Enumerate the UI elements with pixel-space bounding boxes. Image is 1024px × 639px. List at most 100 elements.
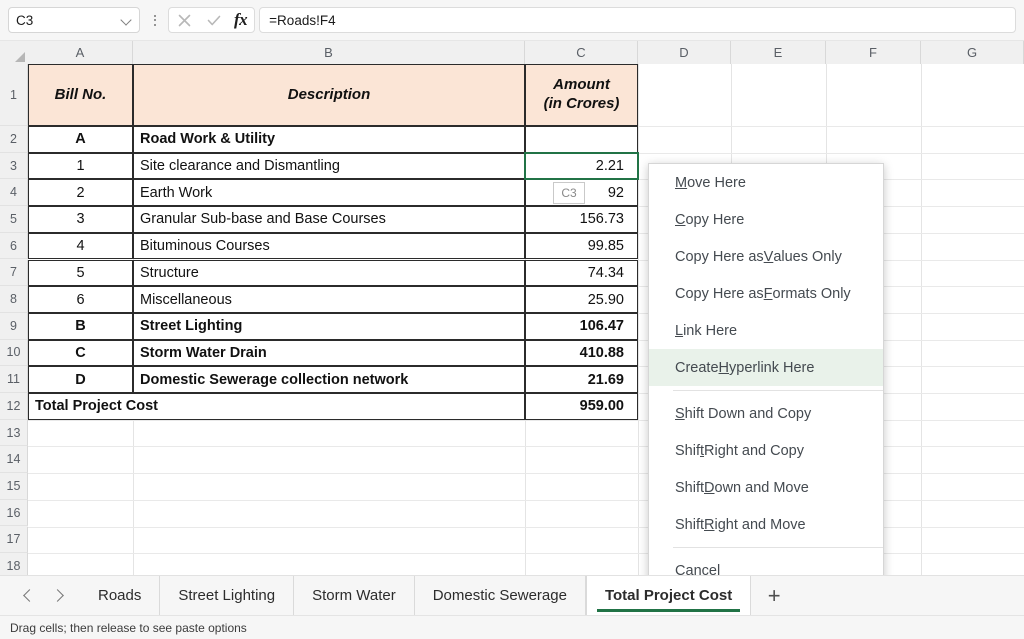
cell-c3[interactable]: 2.21: [525, 152, 638, 180]
cell-text: Granular Sub-base and Base Courses: [140, 211, 386, 228]
cell-a8[interactable]: 6: [28, 286, 133, 313]
more-options-icon[interactable]: [146, 7, 164, 33]
row-header-11[interactable]: 11: [0, 366, 28, 393]
row-header-7[interactable]: 7: [0, 259, 28, 287]
column-header-b[interactable]: B: [133, 41, 525, 64]
sheet-tab-storm-water[interactable]: Storm Water: [294, 575, 415, 616]
cell-b8[interactable]: Miscellaneous: [133, 286, 525, 313]
cell-text: 156.73: [579, 211, 624, 228]
drag-drop-context-menu[interactable]: Move Here Copy Here Copy Here as Values On…: [648, 163, 884, 590]
cell-b10[interactable]: Storm Water Drain: [133, 339, 525, 367]
name-box[interactable]: C3: [8, 7, 140, 33]
chevron-down-icon[interactable]: [121, 15, 132, 26]
cell-b7[interactable]: Structure: [133, 259, 525, 287]
cell-a4[interactable]: 2: [28, 179, 133, 207]
cell-c7[interactable]: 74.34: [525, 259, 638, 287]
menu-item-link-here[interactable]: Link Here: [649, 312, 883, 349]
sheet-tab-street-lighting[interactable]: Street Lighting: [160, 575, 295, 616]
row-header-15[interactable]: 15: [0, 473, 28, 500]
menu-separator: [673, 547, 883, 548]
sheet-tab-roads[interactable]: Roads: [80, 575, 161, 616]
drag-tooltip: C3: [553, 182, 585, 205]
add-sheet-button[interactable]: +: [751, 576, 797, 616]
cell-b4[interactable]: Earth Work: [133, 179, 525, 207]
cell-c1-amount[interactable]: Amount (in Crores): [525, 64, 638, 126]
cell-a7[interactable]: 5: [28, 259, 133, 287]
cell-b1-description[interactable]: Description: [133, 64, 525, 126]
menu-item-shift-down-and-copy[interactable]: Shift Down and Copy: [649, 395, 883, 432]
cell-text: 92: [607, 184, 624, 201]
cell-text: 74.34: [587, 264, 624, 281]
column-header-d[interactable]: D: [638, 41, 731, 64]
column-header-g[interactable]: G: [921, 41, 1024, 64]
column-header-f[interactable]: F: [826, 41, 921, 64]
select-all-corner[interactable]: [0, 41, 28, 64]
cell-c5[interactable]: 156.73: [525, 206, 638, 233]
cell-b9[interactable]: Street Lighting: [133, 312, 525, 340]
cell-a10[interactable]: C: [28, 339, 133, 367]
menu-item-shift-right-and-copy[interactable]: Shif t Right and Copy: [649, 432, 883, 469]
row-header-1[interactable]: 1: [0, 64, 28, 126]
menu-item-copy-here-as-values-only[interactable]: Copy Here as Values Only: [649, 238, 883, 275]
cell-c2[interactable]: [525, 126, 638, 153]
row-header-9[interactable]: 9: [0, 312, 28, 340]
cell-a2[interactable]: A: [28, 126, 133, 153]
gridline-vertical: [638, 64, 639, 575]
close-icon[interactable]: [175, 11, 194, 30]
row-header-4[interactable]: 4: [0, 179, 28, 207]
cell-a12-total-label[interactable]: Total Project Cost: [28, 393, 525, 420]
cell-text: Site clearance and Dismantling: [140, 158, 340, 175]
cell-text: Domestic Sewerage collection network: [140, 371, 409, 388]
status-message: Drag cells; then release to see paste op…: [10, 620, 247, 635]
row-header-8[interactable]: 8: [0, 286, 28, 313]
sheet-tab-domestic-sewerage[interactable]: Domestic Sewerage: [415, 575, 586, 616]
cell-c10[interactable]: 410.88: [525, 339, 638, 367]
prev-sheet-icon[interactable]: [22, 589, 36, 603]
row-header-14[interactable]: 14: [0, 446, 28, 474]
cell-text: Bituminous Courses: [140, 238, 270, 255]
row-header-6[interactable]: 6: [0, 232, 28, 260]
cell-a11[interactable]: D: [28, 366, 133, 393]
cell-a3[interactable]: 1: [28, 152, 133, 180]
row-header-13[interactable]: 13: [0, 419, 28, 447]
menu-item-create-hyperlink-here[interactable]: Create Hyperlink Here: [649, 349, 883, 386]
menu-item-shift-right-and-move[interactable]: Shift Right and Move: [649, 506, 883, 543]
row-header-17[interactable]: 17: [0, 526, 28, 554]
menu-item-move-here[interactable]: Move Here: [649, 164, 883, 201]
cell-a6[interactable]: 4: [28, 232, 133, 260]
row-header-16[interactable]: 16: [0, 499, 28, 527]
cell-a5[interactable]: 3: [28, 206, 133, 233]
cell-a1-bill-no[interactable]: Bill No.: [28, 64, 133, 126]
cell-c9[interactable]: 106.47: [525, 312, 638, 340]
cell-b3[interactable]: Site clearance and Dismantling: [133, 152, 525, 180]
sheet-tab-label: Domestic Sewerage: [432, 587, 567, 604]
cell-text: Miscellaneous: [140, 291, 232, 308]
insert-function-icon[interactable]: fx: [233, 10, 248, 30]
column-header-c[interactable]: C: [525, 41, 638, 64]
row-header-5[interactable]: 5: [0, 206, 28, 233]
menu-item-shift-down-and-move[interactable]: Shift Down and Move: [649, 469, 883, 506]
sheet-tab-bar: Roads Street Lighting Storm Water Domestic …: [0, 575, 1024, 616]
check-icon[interactable]: [204, 11, 223, 30]
next-sheet-icon[interactable]: [52, 589, 66, 603]
column-header-e[interactable]: E: [731, 41, 826, 64]
row-header-3[interactable]: 3: [0, 152, 28, 180]
cell-b5[interactable]: Granular Sub-base and Base Courses: [133, 206, 525, 233]
cell-text: 959.00: [579, 398, 624, 415]
cell-b6[interactable]: Bituminous Courses: [133, 232, 525, 260]
sheet-tab-total-project-cost[interactable]: Total Project Cost: [585, 575, 752, 616]
cell-b11[interactable]: Domestic Sewerage collection network: [133, 366, 525, 393]
row-header-12[interactable]: 12: [0, 393, 28, 420]
cell-c12-total-amount[interactable]: 959.00: [525, 393, 638, 420]
formula-input[interactable]: =Roads!F4: [259, 7, 1016, 33]
cell-a9[interactable]: B: [28, 312, 133, 340]
cell-b2[interactable]: Road Work & Utility: [133, 126, 525, 153]
row-header-2[interactable]: 2: [0, 126, 28, 153]
column-header-a[interactable]: A: [28, 41, 133, 64]
row-header-10[interactable]: 10: [0, 339, 28, 367]
menu-item-copy-here-as-formats-only[interactable]: Copy Here as Formats Only: [649, 275, 883, 312]
cell-c11[interactable]: 21.69: [525, 366, 638, 393]
cell-c6[interactable]: 99.85: [525, 232, 638, 260]
menu-item-copy-here[interactable]: Copy Here: [649, 201, 883, 238]
cell-c8[interactable]: 25.90: [525, 286, 638, 313]
